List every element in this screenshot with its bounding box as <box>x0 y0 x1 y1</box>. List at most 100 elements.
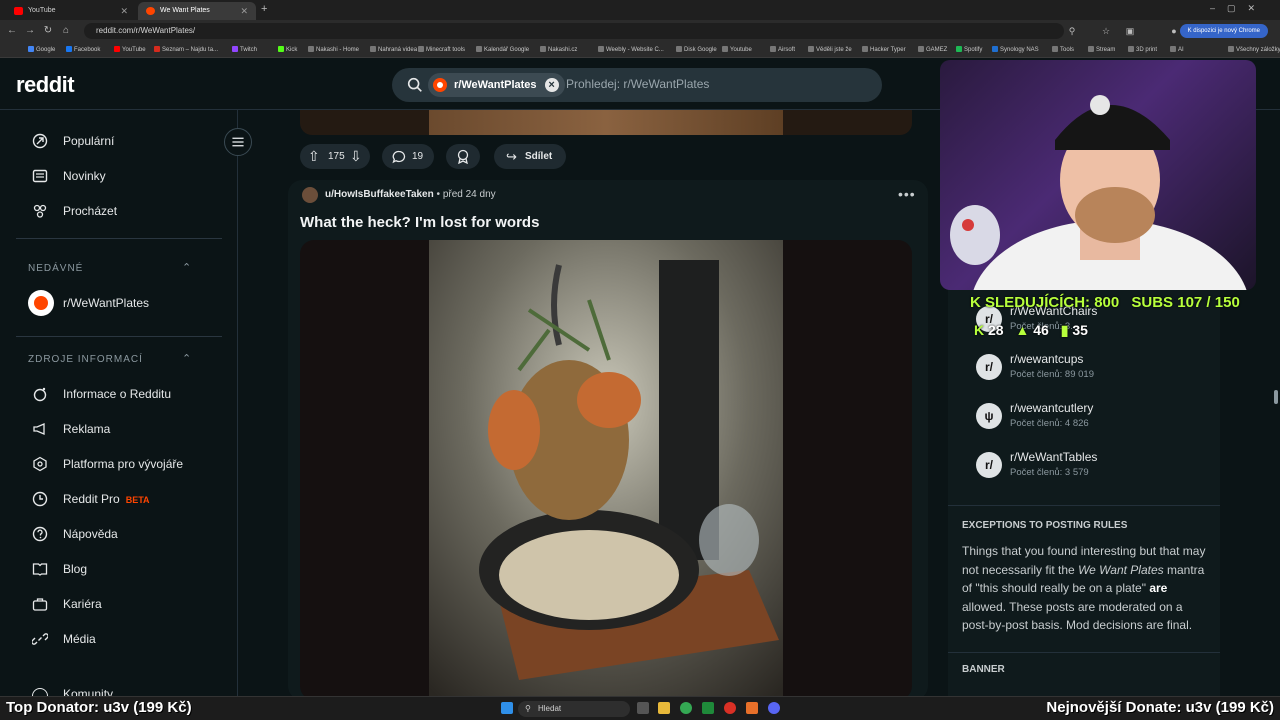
bookmark-item[interactable]: Youtube <box>722 46 752 53</box>
bar-chart-icon: ▮ <box>1060 322 1069 338</box>
discord-icon[interactable] <box>768 702 780 714</box>
right-sidebar: r/ r/WeWantChairs Počet členů: 3... r/ r… <box>948 290 1220 696</box>
megaphone-icon <box>33 423 45 435</box>
share-button[interactable]: ↪ Sdílet <box>494 144 566 169</box>
bookmark-favicon-icon <box>676 46 682 52</box>
post-options-icon[interactable]: ••• <box>898 186 916 202</box>
bookmark-favicon-icon <box>598 46 604 52</box>
bookmark-favicon-icon <box>114 46 120 52</box>
clear-chip-icon[interactable]: × <box>544 78 559 92</box>
tab-we-want-plates[interactable]: We Want Plates ✕ <box>138 2 256 20</box>
resources-section-heading[interactable]: ZDROJE INFORMACÍ ⌃ <box>28 353 191 365</box>
award-button[interactable] <box>446 144 480 169</box>
bookmark-item[interactable]: Tools <box>1052 46 1074 53</box>
post-author[interactable]: u/HowIsBuffakeeTaken <box>325 189 434 200</box>
comments-button[interactable]: 19 <box>382 144 434 169</box>
stream-stats: K SLEDUJÍCÍCH: 800 SUBS 107 / 150 <box>970 294 1240 311</box>
bookmark-item[interactable]: Synology NAS <box>992 46 1039 53</box>
chevron-up-icon[interactable]: ⌃ <box>182 261 192 274</box>
bookmark-item[interactable]: Minecraft tools <box>418 46 465 53</box>
window-controls[interactable]: –▢✕ <box>1210 3 1267 14</box>
chevron-up-icon[interactable]: ⌃ <box>182 352 192 365</box>
bookmark-item[interactable]: Twitch <box>232 46 257 53</box>
bookmark-item[interactable]: Seznam – Najdu ta... <box>154 46 218 53</box>
bookmark-star-icon[interactable]: ☆ <box>1100 23 1112 39</box>
bookmark-label: Disk Google <box>684 47 717 53</box>
sidebar-item-text: Kariéra <box>63 597 102 611</box>
app-icon[interactable] <box>746 702 758 714</box>
reload-icon[interactable]: ↻ <box>42 23 54 39</box>
recent-section-heading[interactable]: NEDÁVNÉ ⌃ <box>28 262 191 274</box>
home-icon[interactable]: ⌂ <box>60 23 72 39</box>
reddit-logo[interactable]: reddit <box>16 72 75 98</box>
bookmark-item[interactable]: Kick <box>278 46 297 53</box>
downvote-icon[interactable]: ⇩ <box>350 144 362 169</box>
post-image[interactable] <box>300 240 912 696</box>
excel-icon[interactable] <box>702 702 714 714</box>
bookmark-item[interactable]: Facebook <box>66 46 100 53</box>
previous-post-image[interactable] <box>300 110 912 135</box>
bookmark-item[interactable]: Nakashi.cz <box>540 46 577 53</box>
bookmark-favicon-icon <box>722 46 728 52</box>
search-bar[interactable]: r/WeWantPlates × Prohledej: r/WeWantPlat… <box>392 68 882 102</box>
chrome-icon[interactable] <box>680 702 692 714</box>
profile-icon[interactable]: ● <box>1168 23 1180 39</box>
page-scrollbar[interactable] <box>1272 110 1280 696</box>
zoom-icon[interactable]: ⚲ <box>1066 23 1078 39</box>
bookmark-item[interactable]: Stream <box>1088 46 1115 53</box>
bookmark-favicon-icon <box>918 46 924 52</box>
file-explorer-icon[interactable] <box>658 702 670 714</box>
upvote-icon[interactable]: ⇧ <box>308 144 320 169</box>
close-tab-icon[interactable]: ✕ <box>240 2 248 20</box>
app-icon[interactable] <box>724 702 736 714</box>
windows-start-icon[interactable] <box>501 702 513 714</box>
url-field[interactable]: reddit.com/r/WeWantPlates/ <box>84 23 1064 39</box>
search-input[interactable]: Prohledej: r/WeWantPlates <box>566 77 709 91</box>
task-view-icon[interactable] <box>637 702 649 714</box>
community-name[interactable]: r/WeWantTables <box>1010 450 1097 464</box>
new-tab-icon[interactable]: + <box>261 3 267 15</box>
bookmark-item[interactable]: Nakashi - Home <box>308 46 359 53</box>
bookmark-item[interactable]: Disk Google <box>676 46 717 53</box>
community-name[interactable]: r/wewantcups <box>1010 352 1083 366</box>
tab-youtube[interactable]: YouTube ✕ <box>6 2 136 20</box>
divider <box>16 238 222 239</box>
community-name[interactable]: r/wewantcutlery <box>1010 401 1093 415</box>
bookmark-item[interactable]: YouTube <box>114 46 146 53</box>
bookmark-item[interactable]: Nahraná videa <box>370 46 417 53</box>
bookmark-item[interactable]: AI <box>1170 46 1184 53</box>
bookmark-item[interactable]: Kalendář Google <box>476 46 529 53</box>
forward-icon[interactable]: → <box>24 23 36 39</box>
subreddit-search-chip[interactable]: r/WeWantPlates × <box>428 73 565 97</box>
post-title[interactable]: What the heck? I'm lost for words <box>300 214 539 231</box>
section-label: NEDÁVNÉ <box>28 263 84 274</box>
bookmark-favicon-icon <box>540 46 546 52</box>
bookmark-label: 3D print <box>1136 47 1158 53</box>
bookmark-item[interactable]: Hacker Typer <box>862 46 906 53</box>
bookmark-label: Google <box>36 47 56 53</box>
bookmark-item[interactable]: Airsoft <box>770 46 795 53</box>
bookmark-label: Youtube <box>730 47 752 53</box>
bookmark-item[interactable]: Google <box>28 46 55 53</box>
bookmark-item[interactable]: GAMEZ <box>918 46 947 53</box>
bookmark-item[interactable]: Všechny záložky <box>1228 46 1280 53</box>
extensions-icon[interactable]: ▣ <box>1124 23 1136 39</box>
subreddit-avatar-icon <box>433 78 447 92</box>
post-card[interactable]: u/HowIsBuffakeeTaken • před 24 dny ••• W… <box>288 180 928 696</box>
bookmark-favicon-icon <box>66 46 72 52</box>
bookmark-item[interactable]: 3D print <box>1128 46 1157 53</box>
bookmark-favicon-icon <box>992 46 998 52</box>
collapse-sidebar-button[interactable] <box>224 128 252 156</box>
author-avatar[interactable] <box>302 187 318 203</box>
taskbar-search[interactable]: ⚲ Hledat <box>518 701 630 717</box>
community-avatar-icon: r/ <box>976 452 1002 478</box>
close-tab-icon[interactable]: ✕ <box>120 2 128 20</box>
back-icon[interactable]: ← <box>6 23 18 39</box>
bookmark-item[interactable]: Spotify <box>956 46 982 53</box>
bookmark-item[interactable]: Weebly - Website C... <box>598 46 664 53</box>
chrome-update-button[interactable]: K dispozici je nový Chrome <box>1179 24 1268 38</box>
bookmark-item[interactable]: Věděli jste že <box>808 46 852 53</box>
address-bar-row: ← → ↻ ⌂ reddit.com/r/WeWantPlates/ ⚲ ☆ ▣… <box>0 20 1280 42</box>
community-members: Počet členů: 4 826 <box>1010 418 1089 429</box>
about-icon <box>33 387 47 402</box>
